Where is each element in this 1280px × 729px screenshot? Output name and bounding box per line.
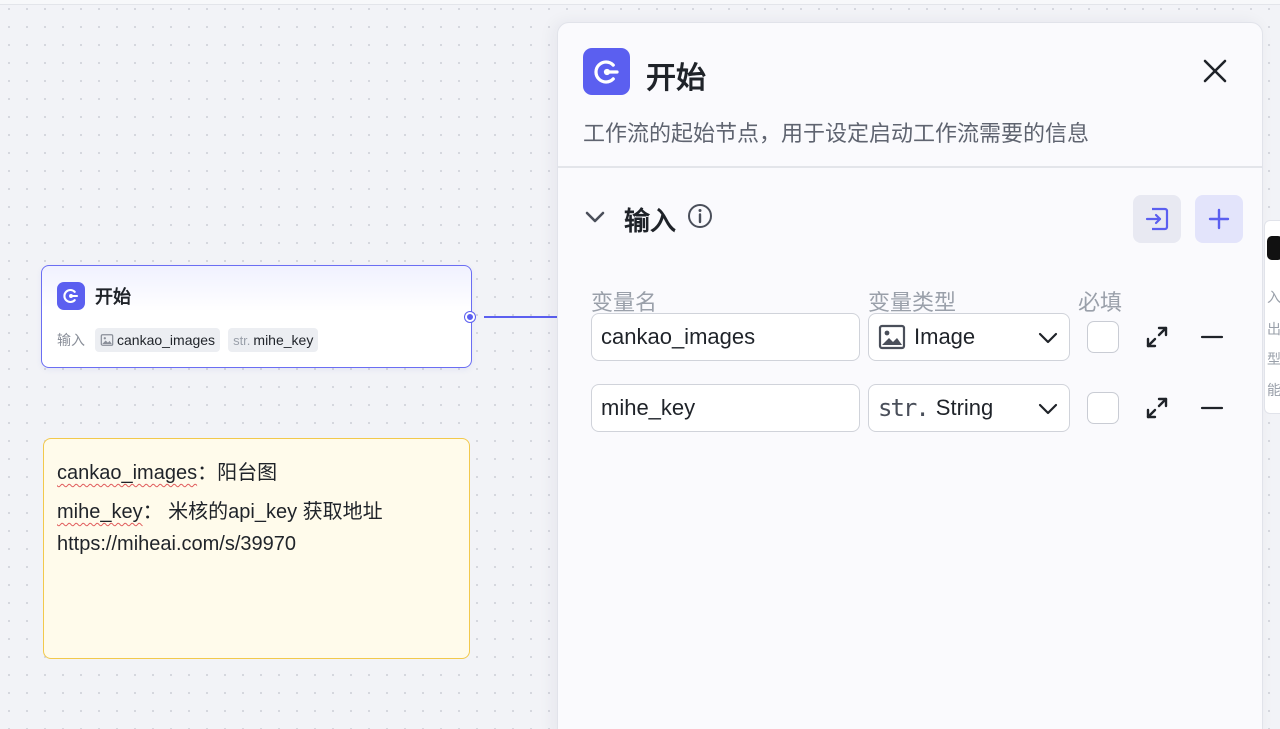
start-node-icon — [57, 282, 85, 310]
plus-icon — [1208, 208, 1230, 230]
string-type-tag: str. — [233, 332, 251, 348]
image-icon — [878, 324, 906, 350]
panel-description[interactable]: 工作流的起始节点，用于设定启动工作流需要的信息 — [583, 116, 1089, 148]
panel-node-icon — [583, 48, 630, 95]
edge-text: 型 — [1267, 351, 1280, 367]
note-value-2: ： 米核的api_key 获取地址 — [142, 501, 383, 523]
variable-row: Image — [591, 313, 1251, 361]
start-node-header: 开始 — [57, 282, 131, 310]
expand-icon[interactable] — [1145, 396, 1169, 420]
node-badge-icon — [1267, 236, 1280, 260]
variable-type-select[interactable]: str. String — [868, 384, 1070, 432]
import-variables-button[interactable] — [1133, 195, 1181, 243]
minus-icon[interactable] — [1200, 396, 1224, 420]
edge-text: 能 — [1267, 382, 1280, 398]
start-node-settings-panel: 开始 工作流的起始节点，用于设定启动工作流需要的信息 输入 变量名 变量类型 必… — [557, 22, 1263, 729]
note-value-1: ：阳台图 — [197, 462, 278, 484]
minus-icon[interactable] — [1200, 325, 1224, 349]
variable-name-input[interactable] — [591, 384, 860, 432]
start-node-title: 开始 — [95, 287, 131, 307]
start-icon — [63, 289, 79, 303]
note-card[interactable]: cankao_images：阳台图 mihe_key： 米核的api_key 获… — [43, 438, 470, 659]
image-icon — [100, 334, 114, 346]
top-strip — [0, 0, 1280, 5]
note-key-mihe-key: mihe_key — [57, 501, 143, 523]
panel-header: 开始 工作流的起始节点，用于设定启动工作流需要的信息 — [558, 23, 1262, 168]
chevron-down-icon[interactable] — [583, 205, 607, 229]
adjacent-node-panel[interactable]: 入 出 型 能 — [1264, 220, 1280, 414]
variable-row: str. String — [591, 384, 1251, 432]
input-chip-cankao-images: cankao_images — [95, 328, 221, 352]
info-icon[interactable] — [687, 203, 713, 229]
inputs-label: 输入 — [57, 332, 85, 348]
connection-edge[interactable] — [484, 316, 558, 318]
start-node-inputs: 输入 cankao_images str. mihe_key — [57, 328, 319, 352]
variable-name-input[interactable] — [591, 313, 860, 361]
chevron-down-icon — [1038, 403, 1058, 415]
input-section-title: 输入 — [624, 206, 677, 236]
output-port[interactable] — [465, 312, 475, 322]
input-section-header: 输入 — [583, 195, 1243, 243]
variable-type-select[interactable]: Image — [868, 313, 1070, 361]
import-icon — [1145, 207, 1169, 231]
string-type-icon: str. — [878, 394, 930, 422]
chevron-down-icon — [1038, 332, 1058, 344]
panel-title[interactable]: 开始 — [646, 53, 706, 97]
edge-text: 出 — [1267, 321, 1280, 337]
add-variable-button[interactable] — [1195, 195, 1243, 243]
expand-icon[interactable] — [1145, 325, 1169, 349]
note-line-1: cankao_images：阳台图 — [57, 457, 456, 489]
variable-type-label: Image — [914, 324, 976, 349]
variable-type-label: String — [935, 395, 994, 420]
required-checkbox[interactable] — [1087, 392, 1119, 424]
close-icon[interactable] — [1200, 56, 1230, 86]
note-key-cankao-images: cankao_images — [57, 462, 198, 484]
input-chip-name: mihe_key — [253, 332, 314, 348]
note-line-2: mihe_key： 米核的api_key 获取地址 — [57, 496, 456, 528]
start-node[interactable]: 开始 输入 cankao_images str. mihe_key — [41, 265, 472, 368]
input-chip-mihe-key: str. mihe_key — [228, 328, 319, 352]
note-line-3: https://miheai.com/s/39970 — [57, 533, 297, 555]
required-checkbox[interactable] — [1087, 321, 1119, 353]
input-chip-name: cankao_images — [117, 332, 216, 348]
start-icon — [593, 59, 619, 84]
edge-text: 入 — [1267, 289, 1280, 305]
